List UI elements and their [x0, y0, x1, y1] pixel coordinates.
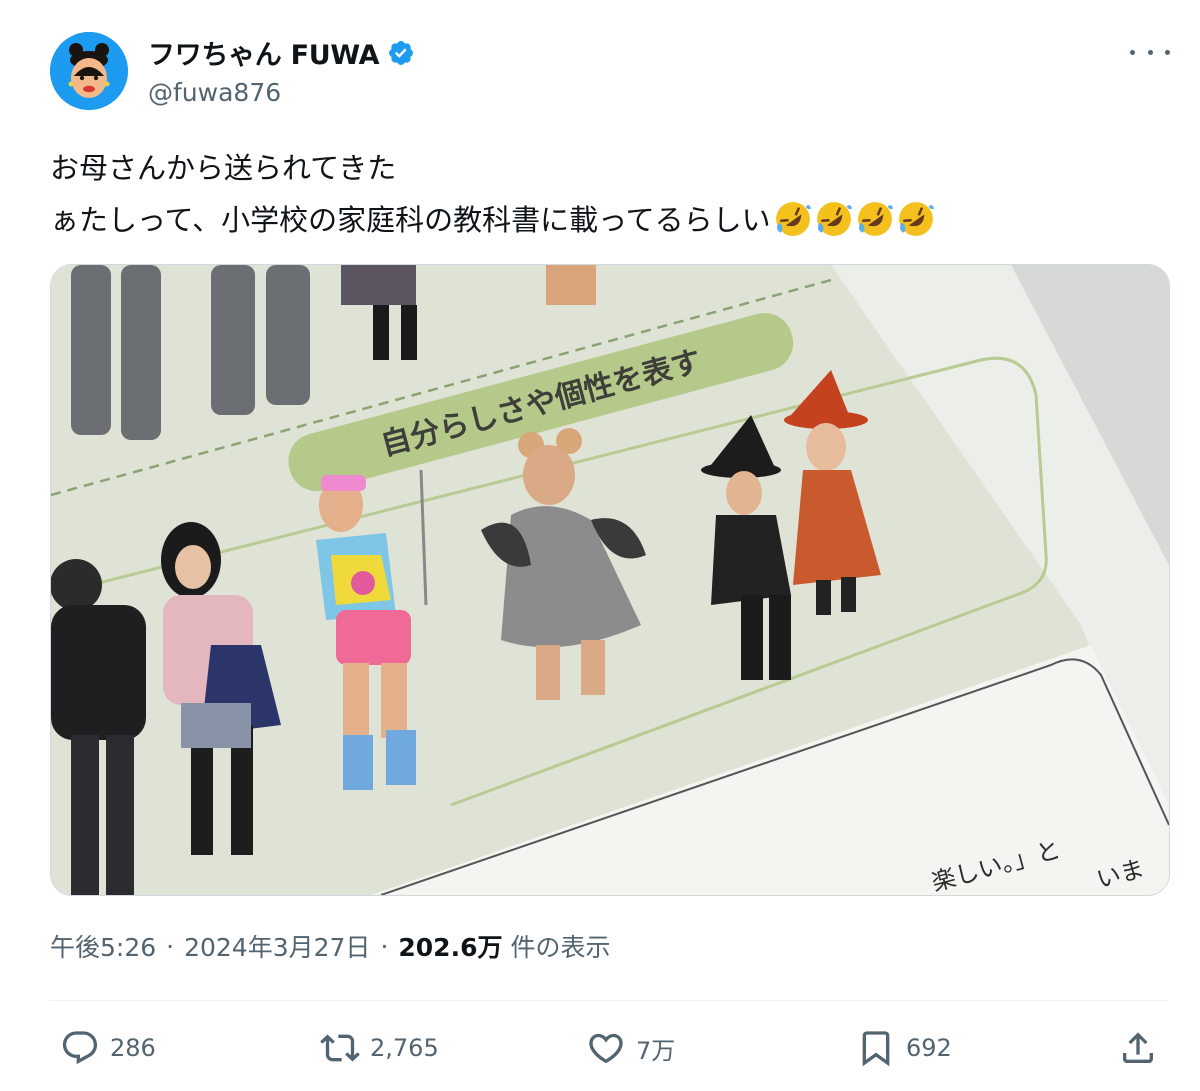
tweet-meta: 午後5:26 · 2024年3月27日 · 202.6万 件の表示	[50, 928, 610, 964]
share-button[interactable]	[1118, 1028, 1158, 1068]
heart-icon	[589, 1033, 623, 1064]
bookmark-count: 692	[906, 1034, 952, 1062]
reply-count: 286	[110, 1034, 156, 1062]
avatar-image	[50, 32, 128, 110]
tweet-text: お母さんから送られてきた ぁたしって、小学校の家庭科の教科書に載ってるらしい	[50, 142, 1160, 246]
action-bar: 286 2,765 7万 692	[50, 1028, 1168, 1076]
retweet-count: 2,765	[370, 1034, 439, 1062]
tweet-line-1: お母さんから送られてきた	[50, 142, 1160, 194]
tweet-line-1-text: お母さんから送られてきた	[50, 151, 397, 185]
views-count: 202.6万	[398, 933, 503, 962]
rolling-on-floor-laughing-icon	[774, 200, 812, 238]
tweet-line-2-text: ぁたしって、小学校の家庭科の教科書に載ってるらしい	[50, 203, 771, 237]
share-icon	[1123, 1032, 1153, 1063]
handle[interactable]: @fuwa876	[148, 78, 281, 107]
more-icon-dot	[1130, 49, 1135, 55]
more-icon-dot	[1165, 49, 1170, 55]
like-count: 7万	[636, 1036, 676, 1065]
reply-icon	[62, 1031, 98, 1065]
retweet-icon	[320, 1034, 360, 1062]
reply-button[interactable]: 286	[60, 1028, 156, 1068]
display-name[interactable]: フワちゃん FUWA	[148, 33, 380, 72]
more-icon-dot	[1147, 49, 1153, 55]
meta-separator: ·	[166, 931, 175, 961]
bookmark-icon	[862, 1031, 890, 1067]
views-label: 件の表示	[510, 933, 611, 962]
meta-separator: ·	[380, 931, 389, 961]
bookmark-button[interactable]: 692	[856, 1028, 952, 1068]
author-name-row[interactable]: フワちゃん FUWA	[148, 33, 415, 72]
tweet-line-2: ぁたしって、小学校の家庭科の教科書に載ってるらしい	[50, 194, 1160, 246]
rolling-on-floor-laughing-icon	[856, 200, 894, 238]
tweet-time[interactable]: 午後5:26	[50, 928, 156, 964]
textbook-photo: 自分らしさや個性を表す 楽しい。」と いま	[51, 265, 1169, 895]
avatar[interactable]	[50, 32, 128, 110]
retweet-button[interactable]: 2,765	[320, 1028, 439, 1068]
divider	[50, 1000, 1168, 1001]
verified-badge-icon	[387, 39, 415, 67]
more-button[interactable]	[1130, 38, 1170, 66]
like-button[interactable]: 7万	[586, 1028, 675, 1068]
rolling-on-floor-laughing-icon	[897, 200, 935, 238]
rolling-on-floor-laughing-icon	[815, 200, 853, 238]
tweet-date[interactable]: 2024年3月27日	[184, 928, 370, 964]
tweet-media-image[interactable]: 自分らしさや個性を表す 楽しい。」と いま	[50, 264, 1170, 896]
